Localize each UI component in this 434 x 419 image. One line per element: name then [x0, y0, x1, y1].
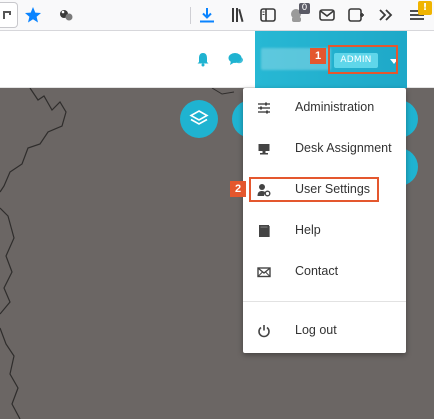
chat-icon[interactable]	[227, 50, 245, 68]
menu-item-log-out[interactable]: Log out	[243, 314, 406, 348]
step-2-number: 2	[230, 181, 246, 197]
page-icon	[3, 11, 11, 19]
mail-icon[interactable]	[318, 6, 336, 24]
bell-icon[interactable]	[194, 50, 212, 68]
library-icon[interactable]	[230, 6, 248, 24]
menu-item-administration[interactable]: Administration	[243, 91, 406, 125]
step-1-highlight	[328, 45, 398, 74]
desk-icon	[258, 144, 270, 155]
new-window-icon[interactable]	[347, 6, 365, 24]
book-icon	[259, 225, 270, 237]
power-icon	[258, 325, 270, 338]
menu-item-label: Desk Assignment	[295, 141, 392, 155]
overflow-icon[interactable]	[377, 6, 395, 24]
menu-divider	[243, 301, 406, 302]
extension-icon[interactable]	[57, 6, 75, 24]
menu-item-label: Contact	[295, 264, 339, 278]
warning-badge: !	[418, 1, 432, 15]
browser-toolbar: 0 !	[0, 0, 434, 31]
sliders-icon	[258, 102, 270, 114]
layers-icon	[189, 110, 209, 125]
bookmark-star-icon[interactable]	[24, 6, 42, 24]
user-dropdown-menu: Administration Desk Assignment User Sett…	[243, 88, 406, 353]
menu-item-contact[interactable]: Contact	[243, 255, 406, 289]
menu-item-label: Help	[295, 223, 321, 237]
toolbar-separator	[190, 7, 191, 24]
sidebar-icon[interactable]	[259, 6, 277, 24]
envelope-icon	[257, 267, 271, 278]
step-1-number: 1	[310, 48, 326, 64]
step-2-highlight	[249, 177, 379, 202]
menu-item-desk-assignment[interactable]: Desk Assignment	[243, 132, 406, 166]
url-bar-edge[interactable]	[0, 2, 18, 28]
layers-button[interactable]	[180, 100, 218, 138]
menu-item-help[interactable]: Help	[243, 214, 406, 248]
menu-item-label: Log out	[295, 323, 337, 337]
menu-item-label: Administration	[295, 100, 375, 114]
extension-count-badge: 0	[299, 3, 310, 14]
download-icon[interactable]	[198, 6, 216, 24]
